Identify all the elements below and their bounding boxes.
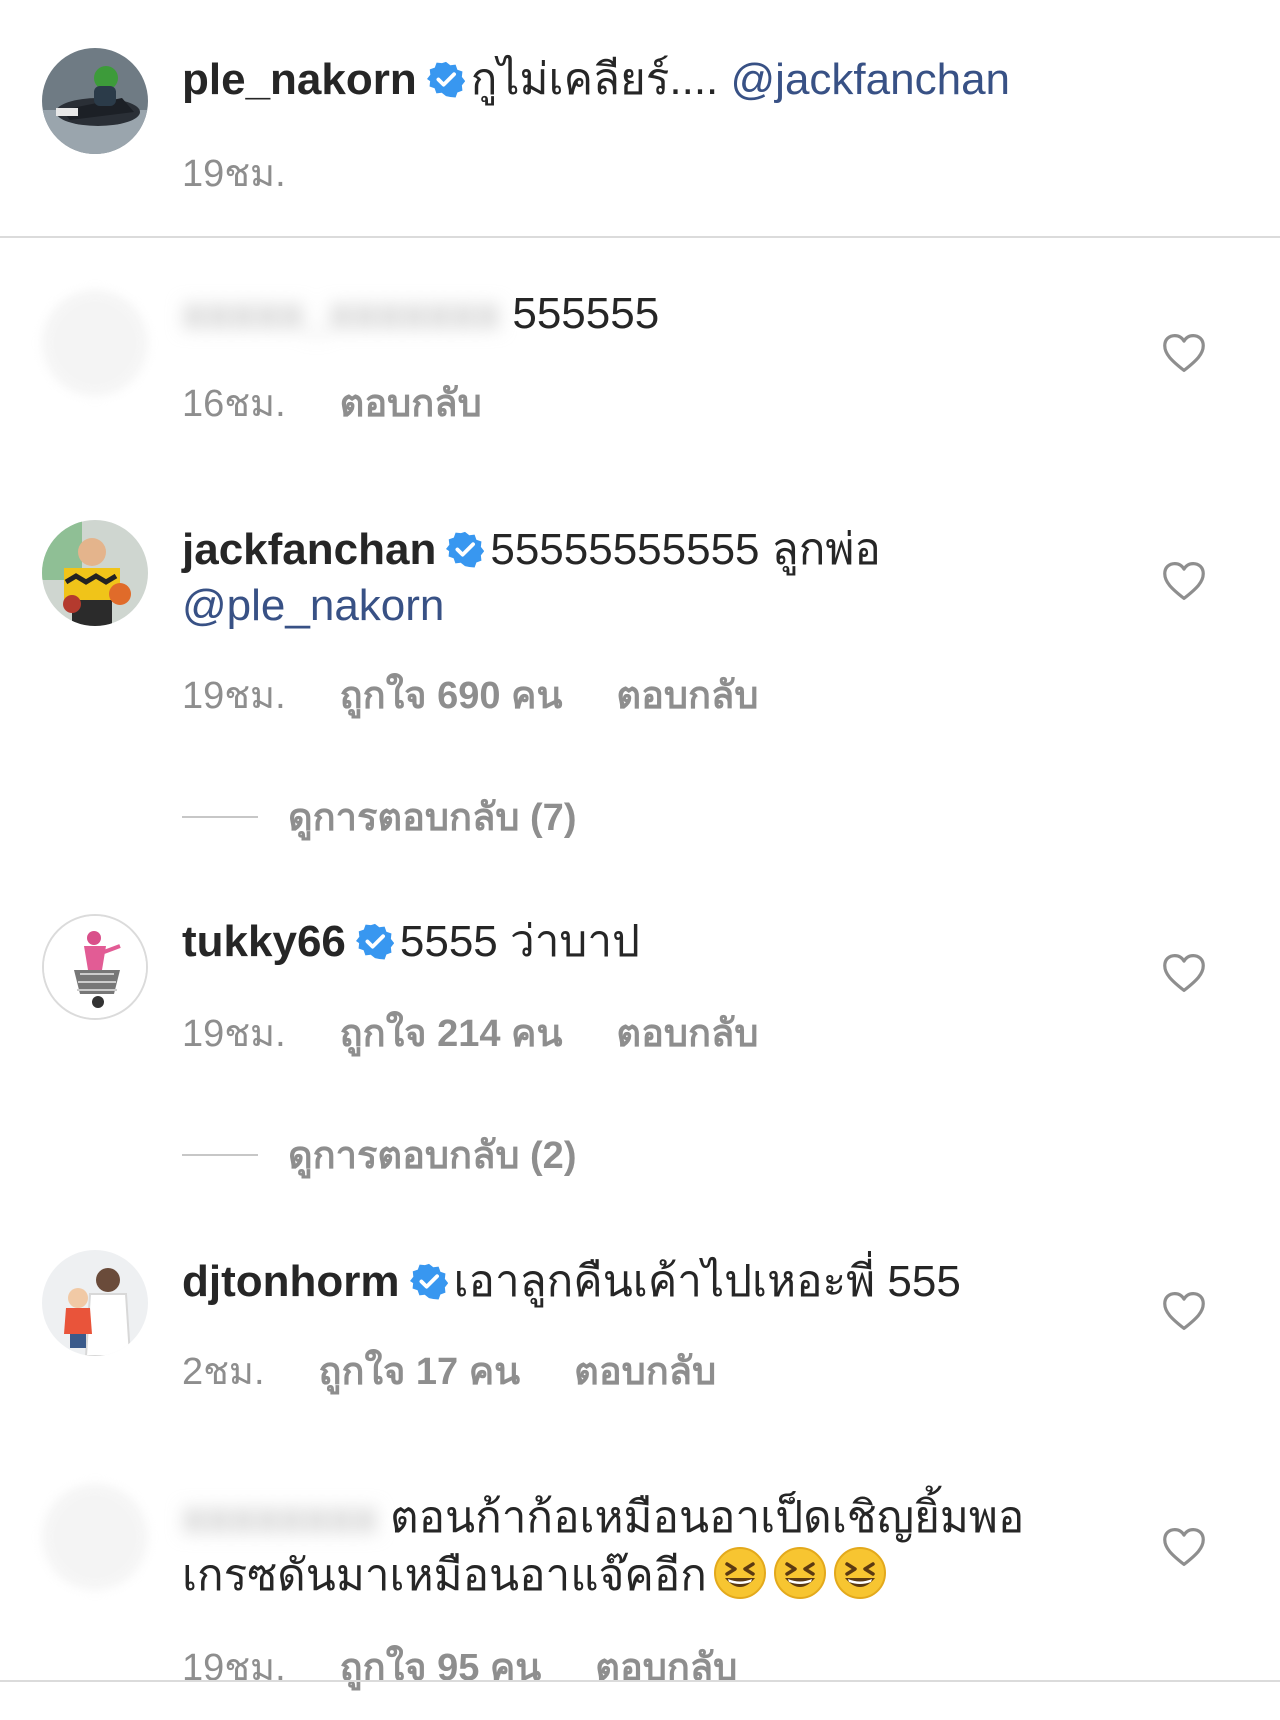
comment-2-username[interactable]: jackfanchan <box>182 525 436 574</box>
comment-4-meta: 2ชม. ถูกใจ 17 คน ตอบกลับ <box>182 1340 770 1401</box>
comment-4-time: 2ชม. <box>182 1351 265 1393</box>
verified-badge-icon <box>446 530 485 568</box>
avatar-image <box>42 48 148 154</box>
caption-body: กูไม่เคลียร์.... <box>470 55 719 104</box>
comment-3-username[interactable]: tukky66 <box>182 917 346 966</box>
comment-1-text: xxxxx_xxxxxxx 555555 <box>182 286 1082 342</box>
comment-1-body: 555555 <box>512 289 660 338</box>
comment-4-reply-button[interactable]: ตอบกลับ <box>574 1351 716 1393</box>
comment-3-likes[interactable]: ถูกใจ 214 คน <box>340 1013 563 1055</box>
comment-4-likes[interactable]: ถูกใจ 17 คน <box>319 1351 521 1393</box>
comment-2-time: 19ชม. <box>182 675 286 717</box>
comment-3-text: tukky66 5555 ว่าบาป <box>182 914 1082 970</box>
comment-3-reply-button[interactable]: ตอบกลับ <box>616 1013 758 1055</box>
comment-1-time: 16ชม. <box>182 383 286 425</box>
comment-2-meta: 19ชม. ถูกใจ 690 คน ตอบกลับ <box>182 664 812 725</box>
comment-2-reply-button[interactable]: ตอบกลับ <box>616 675 758 717</box>
comment-3-meta: 19ชม. ถูกใจ 214 คน ตอบกลับ <box>182 1002 812 1063</box>
caption-divider <box>0 236 1280 238</box>
heart-outline-icon[interactable] <box>1162 1526 1206 1568</box>
avatar-blurred-2[interactable] <box>42 1484 148 1590</box>
grinning-squinting-face-icon <box>833 1546 887 1600</box>
avatar-djtonhorm[interactable] <box>42 1250 148 1356</box>
avatar-jackfanchan[interactable] <box>42 520 148 626</box>
verified-badge-icon <box>355 922 394 960</box>
comments-bottom-divider <box>0 1680 1280 1682</box>
comment-5-text: xxxxxxxx ตอนก้าก้อเหมือนอาเป็ดเชิญยิ้มพอ… <box>182 1490 1082 1604</box>
comment-5-username-blurred[interactable]: xxxxxxxx <box>182 1490 378 1546</box>
grinning-squinting-face-icon <box>773 1546 827 1600</box>
comment-1-meta: 16ชม. ตอบกลับ <box>182 372 536 433</box>
caption-username[interactable]: ple_nakorn <box>182 55 417 104</box>
comment-1-username-blurred[interactable]: xxxxx_xxxxxxx <box>182 286 500 342</box>
avatar-ple-nakorn[interactable] <box>42 48 148 154</box>
caption-mention[interactable]: @jackfanchan <box>731 55 1011 104</box>
comment-5-time: 19ชม. <box>182 1647 286 1689</box>
view-replies-line <box>182 815 258 818</box>
comment-5-meta: 19ชม. ถูกใจ 95 คน ตอบกลับ <box>182 1636 791 1697</box>
view-replies-label: ดูการตอบกลับ (7) <box>288 797 577 839</box>
avatar-tukky66[interactable] <box>42 914 148 1020</box>
comment-3-time: 19ชม. <box>182 1013 286 1055</box>
comment-3-body: 5555 ว่าบาป <box>399 917 640 966</box>
verified-badge-icon <box>426 60 465 98</box>
avatar-blurred-1[interactable] <box>42 290 148 396</box>
view-replies-line <box>182 1153 258 1156</box>
caption-time: 19ชม. <box>182 153 286 195</box>
comment-2-body: 55555555555 ลูกพ่อ <box>490 525 881 574</box>
comment-1-reply-button[interactable]: ตอบกลับ <box>340 383 482 425</box>
grinning-squinting-face-icon <box>713 1546 767 1600</box>
comment-4-username[interactable]: djtonhorm <box>182 1257 400 1306</box>
comment-2-mention[interactable]: @ple_nakorn <box>182 581 444 630</box>
comment-2-likes[interactable]: ถูกใจ 690 คน <box>340 675 563 717</box>
caption-meta: 19ชม. <box>182 142 340 203</box>
comment-4-body: เอาลูกคืนเค้าไปเหอะพี่ 555 <box>453 1257 961 1306</box>
post-caption: ple_nakorn กูไม่เคลียร์.... @jackfanchan … <box>0 0 1280 238</box>
view-replies-label: ดูการตอบกลับ (2) <box>288 1135 577 1177</box>
heart-outline-icon[interactable] <box>1162 332 1206 374</box>
heart-outline-icon[interactable] <box>1162 560 1206 602</box>
comment-2-text: jackfanchan 55555555555 ลูกพ่อ @ple_nakor… <box>182 522 1082 634</box>
comment-5-likes[interactable]: ถูกใจ 95 คน <box>340 1647 542 1689</box>
view-replies-button[interactable]: ดูการตอบกลับ (7) <box>182 786 576 847</box>
heart-outline-icon[interactable] <box>1162 1290 1206 1332</box>
heart-outline-icon[interactable] <box>1162 952 1206 994</box>
comment-5-reply-button[interactable]: ตอบกลับ <box>595 1647 737 1689</box>
caption-text: ple_nakorn กูไม่เคลียร์.... @jackfanchan <box>182 52 1082 108</box>
verified-badge-icon <box>409 1262 448 1300</box>
comment-4-text: djtonhorm เอาลูกคืนเค้าไปเหอะพี่ 555 <box>182 1254 1082 1310</box>
view-replies-button[interactable]: ดูการตอบกลับ (2) <box>182 1124 576 1185</box>
